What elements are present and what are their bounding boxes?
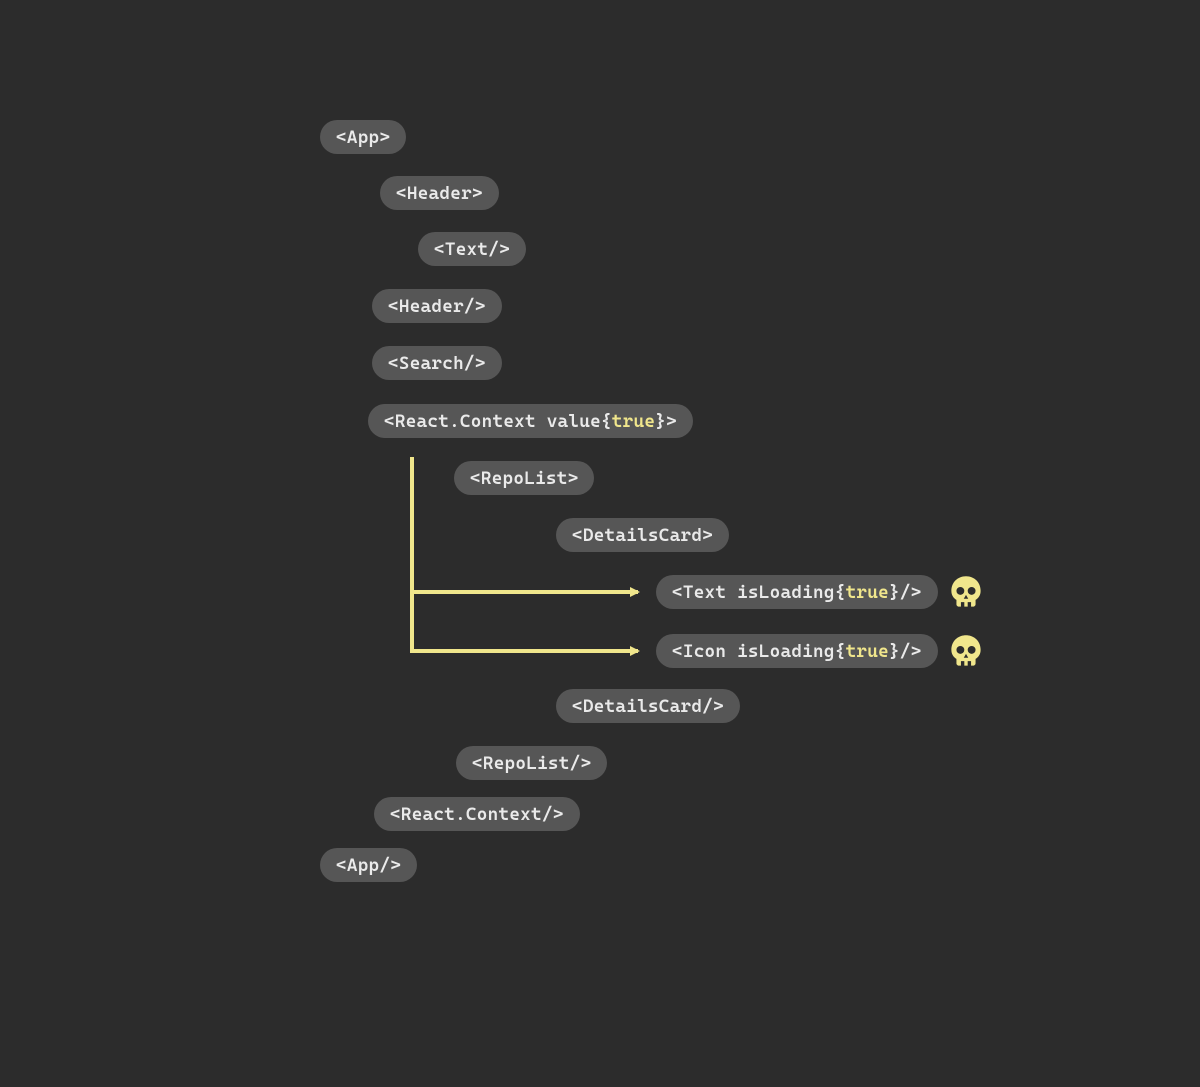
node-context-close: <React.Context/>	[374, 797, 580, 831]
node-label-highlight: true	[846, 641, 889, 662]
node-label: <React.Context/>	[390, 804, 564, 825]
node-label: <Header/>	[388, 296, 486, 317]
node-label-highlight: true	[612, 411, 655, 432]
node-text-self: <Text/>	[418, 232, 526, 266]
node-app-open: <App>	[320, 120, 406, 154]
node-label: <DetailsCard>	[572, 525, 713, 546]
diagram-stage: <App> <Header> <Text/> <Header/> <Search…	[0, 0, 1200, 1087]
node-header-close: <Header/>	[372, 289, 502, 323]
node-search-self: <Search/>	[372, 346, 502, 380]
node-label: <Search/>	[388, 353, 486, 374]
node-label: <App>	[336, 127, 390, 148]
node-header-open: <Header>	[380, 176, 499, 210]
node-icon-loading: <Icon isLoading{true}/>	[656, 634, 938, 668]
node-repolist-close: <RepoList/>	[456, 746, 607, 780]
node-detailscard-open: <DetailsCard>	[556, 518, 729, 552]
node-text-loading: <Text isLoading{true}/>	[656, 575, 938, 609]
node-repolist-open: <RepoList>	[454, 461, 594, 495]
node-app-close: <App/>	[320, 848, 417, 882]
skull-icon	[948, 633, 984, 669]
node-label-highlight: true	[846, 582, 889, 603]
node-label: <RepoList/>	[472, 753, 591, 774]
node-detailscard-close: <DetailsCard/>	[556, 689, 740, 723]
node-label-suffix: }/>	[889, 582, 922, 603]
node-label-prefix: <Icon isLoading{	[672, 641, 846, 662]
node-label-suffix: }/>	[889, 641, 922, 662]
node-label: <DetailsCard/>	[572, 696, 724, 717]
node-context-open: <React.Context value{true}>	[368, 404, 693, 438]
node-label: <App/>	[336, 855, 401, 876]
node-label: <Text/>	[434, 239, 510, 260]
node-label-prefix: <Text isLoading{	[672, 582, 846, 603]
node-label-suffix: }>	[655, 411, 677, 432]
node-label-prefix: <React.Context value{	[384, 411, 612, 432]
node-label: <RepoList>	[470, 468, 578, 489]
skull-icon	[948, 574, 984, 610]
node-label: <Header>	[396, 183, 483, 204]
